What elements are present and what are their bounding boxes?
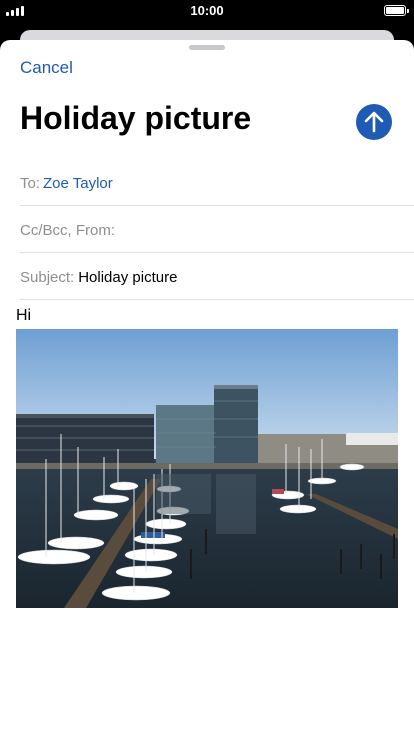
to-field[interactable]: To: Zoe Taylor [20,159,414,206]
to-label: To: [20,175,41,192]
battery-icon [384,5,409,16]
status-bar: 10:00 [0,0,414,22]
subject-field[interactable]: Subject: Holiday picture [20,253,414,300]
page-title: Holiday picture [20,100,252,136]
compose-sheet: Cancel Holiday picture To: Zoe Taylor Cc/… [0,40,414,736]
subject-label: Subject: [20,269,75,286]
cc-bcc-from-field[interactable]: Cc/Bcc, From: [20,206,414,253]
attached-photo[interactable] [16,329,398,608]
send-button[interactable] [356,104,392,140]
status-time: 10:00 [190,3,224,18]
subject-value[interactable]: Holiday picture [78,269,177,286]
cc-label: Cc/Bcc, From: [20,222,116,239]
message-body[interactable]: Hi [16,307,31,325]
sheet-grabber[interactable] [189,45,225,50]
recipient-token[interactable]: Zoe Taylor [43,175,113,192]
cancel-button[interactable]: Cancel [20,58,73,78]
arrow-up-icon [364,111,384,133]
